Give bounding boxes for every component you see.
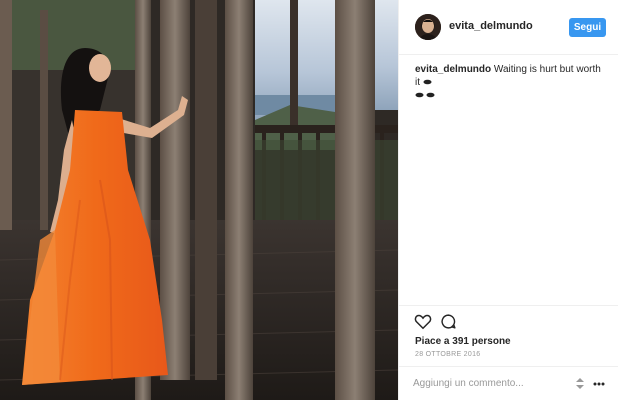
- post-actions: Piace a 391 persone 28 OTTOBRE 2016: [399, 305, 618, 366]
- more-options-icon[interactable]: [593, 382, 605, 386]
- comment-bar: [399, 366, 618, 401]
- post-side-panel: evita_delmundo Segui evita_delmundo Wait…: [398, 0, 618, 400]
- likes-count[interactable]: Piace a 391 persone: [415, 336, 511, 347]
- post-caption: evita_delmundo Waiting is hurt but worth…: [415, 63, 607, 102]
- header-username[interactable]: evita_delmundo: [449, 20, 533, 32]
- caption-username[interactable]: evita_delmundo: [415, 64, 491, 75]
- comment-icon[interactable]: [440, 313, 457, 330]
- avatar-icon: [415, 14, 441, 40]
- avatar[interactable]: [415, 14, 441, 40]
- post-date: 28 OTTOBRE 2016: [415, 351, 481, 358]
- post-photo-image: [0, 0, 398, 400]
- sort-icon[interactable]: [575, 377, 585, 390]
- comment-input[interactable]: [413, 375, 563, 391]
- heart-icon[interactable]: [414, 313, 432, 330]
- follow-button[interactable]: Segui: [569, 18, 606, 37]
- post-header: evita_delmundo Segui: [399, 0, 618, 55]
- post-photo[interactable]: [0, 0, 398, 400]
